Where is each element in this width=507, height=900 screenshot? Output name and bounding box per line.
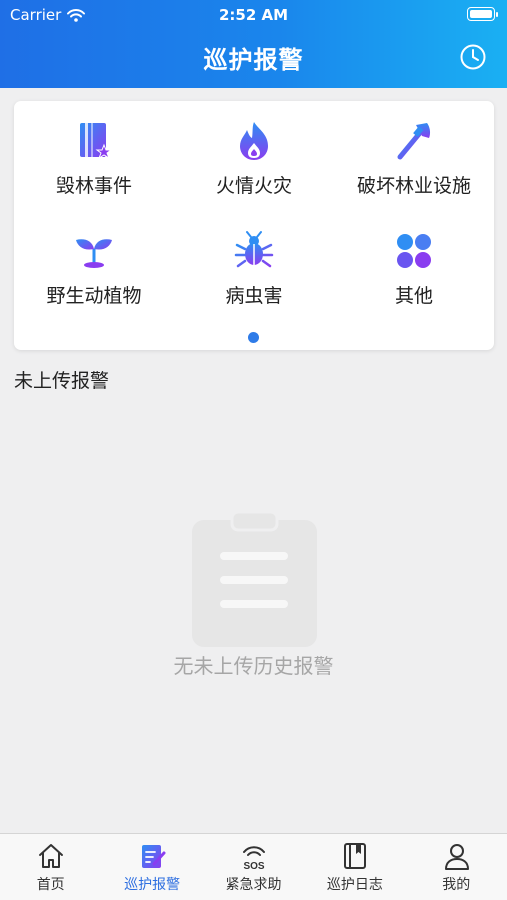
category-deforestation[interactable]: 毁林事件 bbox=[14, 101, 174, 197]
category-label: 其他 bbox=[394, 285, 433, 307]
tab-profile[interactable]: 我的 bbox=[406, 834, 507, 900]
tab-label: 我的 bbox=[442, 877, 471, 893]
clipboard-icon bbox=[192, 512, 317, 647]
section-title: 未上传报警 bbox=[14, 370, 110, 392]
clock-icon[interactable] bbox=[459, 43, 487, 71]
bug-icon bbox=[234, 231, 274, 268]
svg-text:SOS: SOS bbox=[243, 861, 264, 870]
category-wildlife[interactable]: 野生动植物 bbox=[14, 211, 174, 307]
category-pests[interactable]: 病虫害 bbox=[174, 211, 334, 307]
category-panel: 毁林事件 火情火灾 破坏林业设施 野生动植物 病虫害 其他 bbox=[14, 101, 494, 350]
user-icon bbox=[444, 844, 469, 870]
flame-icon bbox=[240, 122, 268, 160]
tab-patrol-log[interactable]: 巡护日志 bbox=[304, 834, 405, 900]
grid-icon bbox=[397, 234, 431, 268]
category-other[interactable]: 其他 bbox=[334, 211, 494, 307]
tab-label: 巡护报警 bbox=[124, 877, 181, 893]
status-bar: Carrier 2:52 AM bbox=[0, 0, 507, 30]
home-icon bbox=[39, 844, 63, 868]
tab-emergency[interactable]: SOS 紧急求助 bbox=[203, 834, 304, 900]
page-title: 巡护报警 bbox=[203, 46, 304, 74]
book-star-icon bbox=[80, 123, 113, 160]
tab-patrol-alarm[interactable]: 巡护报警 bbox=[101, 834, 202, 900]
category-label: 野生动植物 bbox=[46, 285, 142, 307]
category-fire[interactable]: 火情火灾 bbox=[174, 101, 334, 197]
category-label: 火情火灾 bbox=[215, 175, 292, 197]
page-indicator-dot bbox=[248, 332, 259, 343]
category-label: 病虫害 bbox=[225, 285, 283, 307]
category-label: 破坏林业设施 bbox=[356, 175, 471, 197]
category-label: 毁林事件 bbox=[55, 175, 132, 197]
tab-label: 紧急求助 bbox=[225, 877, 282, 893]
empty-state-text: 无未上传历史报警 bbox=[173, 654, 334, 678]
tab-label: 巡护日志 bbox=[326, 877, 383, 893]
category-facility-damage[interactable]: 破坏林业设施 bbox=[334, 101, 494, 197]
edit-note-icon bbox=[142, 845, 166, 868]
battery-icon bbox=[467, 7, 498, 21]
tab-bar: 首页 巡护报警 SOS 紧急求助 巡护日志 我的 bbox=[0, 833, 507, 900]
header-bar: Carrier 2:52 AM 巡护报警 bbox=[0, 0, 507, 88]
axe-icon bbox=[397, 123, 431, 160]
tab-home[interactable]: 首页 bbox=[0, 834, 101, 900]
notebook-icon bbox=[344, 843, 367, 869]
tab-label: 首页 bbox=[36, 877, 65, 893]
status-time: 2:52 AM bbox=[218, 6, 289, 24]
sprout-icon bbox=[76, 239, 112, 268]
sos-icon: SOS bbox=[242, 846, 265, 870]
